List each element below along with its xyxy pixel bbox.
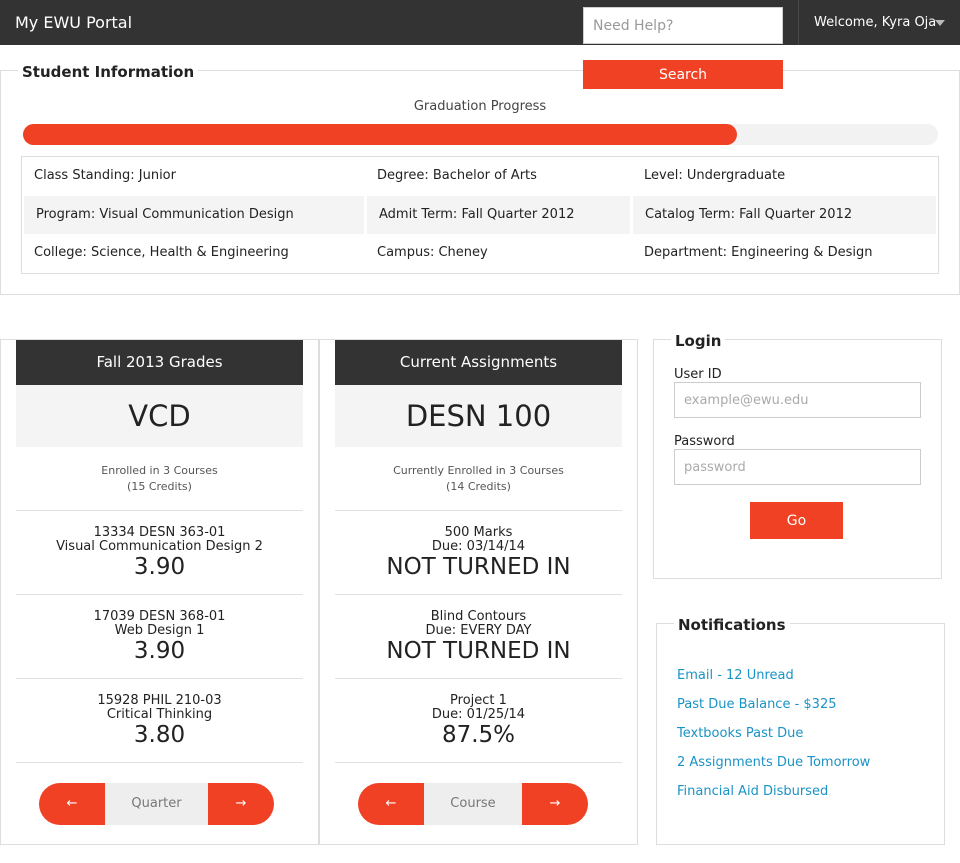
degree: Degree: Bachelor of Arts [377, 168, 537, 183]
help-search-input[interactable] [583, 7, 783, 44]
assignment-entry: 500 Marks Due: 03/14/14 NOT TURNED IN [335, 525, 622, 580]
assignments-credits: (14 Credits) [446, 480, 511, 493]
notification-textbooks-link[interactable]: Textbooks Past Due [677, 726, 803, 741]
course-code: 17039 DESN 368-01 [93, 609, 226, 624]
search-button[interactable]: Search [583, 60, 783, 89]
user-menu[interactable]: Welcome, Kyra Oja [814, 0, 936, 45]
assignment-title: Project 1 [450, 693, 507, 708]
student-information-title: Student Information [18, 63, 199, 81]
department: Department: Engineering & Design [644, 245, 873, 260]
course-pager: ← Course → [358, 783, 588, 825]
course-code: 13334 DESN 363-01 [93, 525, 226, 540]
chevron-down-icon[interactable] [935, 20, 945, 26]
nav-divider [798, 0, 799, 45]
notifications-panel: Notifications Email - 12 Unread Past Due… [656, 616, 945, 845]
grade-entry: 13334 DESN 363-01 Visual Communication D… [16, 525, 303, 580]
assignments-card: Current Assignments DESN 100 Currently E… [319, 339, 638, 845]
level: Level: Undergraduate [644, 168, 786, 183]
assignment-due: Due: EVERY DAY [425, 623, 532, 638]
assignments-enrolled-summary: Currently Enrolled in 3 Courses [393, 464, 564, 477]
info-row: College: Science, Health & Engineering C… [22, 234, 938, 272]
divider [335, 510, 622, 511]
assignment-entry: Project 1 Due: 01/25/14 87.5% [335, 693, 622, 748]
notification-financial-aid-link[interactable]: Financial Aid Disbursed [677, 784, 828, 799]
assignment-entry: Blind Contours Due: EVERY DAY NOT TURNED… [335, 609, 622, 664]
program: Program: Visual Communication Design [24, 196, 364, 234]
quarter-label: Quarter [105, 783, 208, 825]
grade-entry: 17039 DESN 368-01 Web Design 1 3.90 [16, 609, 303, 664]
course-title: Web Design 1 [114, 623, 205, 638]
graduation-progress-bar [23, 124, 938, 145]
assignment-due: Due: 03/14/14 [431, 539, 526, 554]
divider [16, 678, 303, 679]
assignment-status: NOT TURNED IN [386, 638, 571, 664]
assignments-course: DESN 100 [335, 385, 622, 447]
graduation-progress-fill [23, 124, 737, 145]
previous-quarter-button[interactable]: ← [39, 783, 105, 825]
notification-email-link[interactable]: Email - 12 Unread [677, 668, 794, 683]
course-grade: 3.90 [133, 638, 186, 664]
student-information-panel: Student Information Graduation Progress … [0, 63, 960, 295]
user-id-input[interactable] [674, 382, 921, 418]
class-standing: Class Standing: Junior [34, 168, 176, 183]
portal-brand[interactable]: My EWU Portal [15, 0, 132, 45]
user-id-label: User ID [674, 367, 722, 382]
password-input[interactable] [674, 449, 921, 485]
notification-balance-link[interactable]: Past Due Balance - $325 [677, 697, 837, 712]
course-title: Critical Thinking [106, 707, 213, 722]
notifications-title: Notifications [674, 616, 790, 634]
quarter-pager: ← Quarter → [39, 783, 274, 825]
previous-course-button[interactable]: ← [358, 783, 424, 825]
grades-program: VCD [16, 385, 303, 447]
divider [16, 510, 303, 511]
divider [16, 762, 303, 763]
catalog-term: Catalog Term: Fall Quarter 2012 [633, 196, 936, 234]
top-nav-bar: My EWU Portal Welcome, Kyra Oja [0, 0, 960, 45]
login-panel: Login User ID Password Go [653, 332, 942, 579]
login-go-button[interactable]: Go [750, 502, 843, 539]
grades-credits: (15 Credits) [127, 480, 192, 493]
info-row: Class Standing: Junior Degree: Bachelor … [22, 157, 938, 195]
course-grade: 3.80 [133, 722, 186, 748]
student-info-table: Class Standing: Junior Degree: Bachelor … [21, 156, 939, 274]
assignment-title: Blind Contours [430, 609, 527, 624]
next-course-button[interactable]: → [522, 783, 588, 825]
divider [335, 594, 622, 595]
assignments-card-header: Current Assignments [335, 340, 622, 385]
info-row: Program: Visual Communication Design Adm… [22, 196, 938, 234]
course-label: Course [424, 783, 522, 825]
divider [335, 762, 622, 763]
course-code: 15928 PHIL 210-03 [97, 693, 222, 708]
grade-entry: 15928 PHIL 210-03 Critical Thinking 3.80 [16, 693, 303, 748]
grades-card-header: Fall 2013 Grades [16, 340, 303, 385]
graduation-progress-label: Graduation Progress [413, 99, 547, 114]
course-grade: 3.90 [133, 554, 186, 580]
divider [335, 678, 622, 679]
grades-enrolled-summary: Enrolled in 3 Courses [101, 464, 218, 477]
assignment-due: Due: 01/25/14 [431, 707, 526, 722]
college: College: Science, Health & Engineering [34, 245, 289, 260]
next-quarter-button[interactable]: → [208, 783, 274, 825]
grades-card: Fall 2013 Grades VCD Enrolled in 3 Cours… [0, 339, 319, 845]
notification-assignments-link[interactable]: 2 Assignments Due Tomorrow [677, 755, 870, 770]
assignment-title: 500 Marks [444, 525, 513, 540]
campus: Campus: Cheney [377, 245, 488, 260]
assignment-status: NOT TURNED IN [386, 554, 571, 580]
divider [16, 594, 303, 595]
assignment-status: 87.5% [441, 722, 516, 748]
login-title: Login [671, 332, 726, 350]
admit-term: Admit Term: Fall Quarter 2012 [367, 196, 630, 234]
course-title: Visual Communication Design 2 [56, 539, 263, 554]
password-label: Password [674, 434, 735, 449]
